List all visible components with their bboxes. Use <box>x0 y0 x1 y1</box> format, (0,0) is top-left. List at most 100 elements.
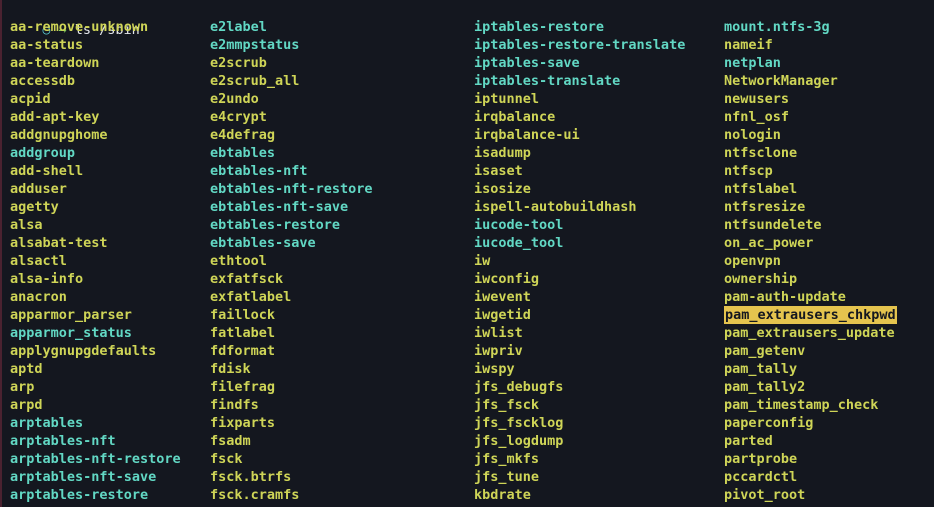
listing-entry[interactable]: ntfslabel <box>724 180 897 198</box>
listing-entry[interactable]: arptables-nft-restore <box>10 450 181 468</box>
listing-entry[interactable]: aa-remove-unknown <box>10 18 181 36</box>
listing-entry[interactable]: nologin <box>724 126 897 144</box>
listing-entry[interactable]: aa-teardown <box>10 54 181 72</box>
listing-entry[interactable]: anacron <box>10 288 181 306</box>
listing-entry[interactable]: addgnupghome <box>10 126 181 144</box>
selected-entry-highlight[interactable]: pam_extrausers_chkpwd <box>724 306 897 324</box>
listing-entry[interactable]: pccardctl <box>724 468 897 486</box>
listing-entry[interactable]: ownership <box>724 270 897 288</box>
listing-entry[interactable]: fatlabel <box>210 324 373 342</box>
listing-entry[interactable]: fsck.cramfs <box>210 486 373 504</box>
listing-entry[interactable]: parted <box>724 432 897 450</box>
listing-entry[interactable]: applygnupgdefaults <box>10 342 181 360</box>
listing-entry[interactable]: ethtool <box>210 252 373 270</box>
listing-entry[interactable]: agetty <box>10 198 181 216</box>
listing-entry[interactable]: e4defrag <box>210 126 373 144</box>
listing-entry[interactable]: alsabat-test <box>10 234 181 252</box>
listing-entry[interactable]: pam_extrausers_update <box>724 324 897 342</box>
listing-entry[interactable]: ntfsclone <box>724 144 897 162</box>
listing-entry[interactable]: iwpriv <box>474 342 685 360</box>
listing-entry[interactable]: addgroup <box>10 144 181 162</box>
listing-entry[interactable]: iptables-translate <box>474 72 685 90</box>
listing-entry[interactable]: adduser <box>10 180 181 198</box>
listing-entry[interactable]: irqbalance <box>474 108 685 126</box>
listing-entry[interactable]: pam_tally <box>724 360 897 378</box>
listing-entry[interactable]: e2label <box>210 18 373 36</box>
listing-entry[interactable]: jfs_debugfs <box>474 378 685 396</box>
listing-entry[interactable]: newusers <box>724 90 897 108</box>
listing-entry[interactable]: add-apt-key <box>10 108 181 126</box>
listing-entry[interactable]: paperconfig <box>724 414 897 432</box>
listing-entry[interactable]: fsadm <box>210 432 373 450</box>
listing-entry[interactable]: findfs <box>210 396 373 414</box>
listing-entry[interactable]: ispell-autobuildhash <box>474 198 685 216</box>
listing-entry[interactable]: apparmor_parser <box>10 306 181 324</box>
listing-entry[interactable]: alsa <box>10 216 181 234</box>
listing-entry[interactable]: ntfsresize <box>724 198 897 216</box>
listing-entry[interactable]: netplan <box>724 54 897 72</box>
listing-entry[interactable]: aa-status <box>10 36 181 54</box>
listing-entry[interactable]: iucode-tool <box>474 216 685 234</box>
listing-entry[interactable]: jfs_fscklog <box>474 414 685 432</box>
listing-entry[interactable]: jfs_logdump <box>474 432 685 450</box>
listing-entry[interactable]: nameif <box>724 36 897 54</box>
listing-entry[interactable]: jfs_mkfs <box>474 450 685 468</box>
terminal-window[interactable]: ○ → ls /sbin aa-remove-unknown aa-status a… <box>0 0 934 507</box>
listing-entry[interactable]: pam_extrausers_chkpwd <box>724 306 897 324</box>
listing-entry[interactable]: ebtables-restore <box>210 216 373 234</box>
listing-entry[interactable]: jfs_fsck <box>474 396 685 414</box>
listing-entry[interactable]: mount.ntfs-3g <box>724 18 897 36</box>
listing-entry[interactable]: isosize <box>474 180 685 198</box>
listing-entry[interactable]: ntfsundelete <box>724 216 897 234</box>
listing-entry[interactable]: ebtables-save <box>210 234 373 252</box>
listing-entry[interactable]: iptables-restore <box>474 18 685 36</box>
listing-entry[interactable]: arp <box>10 378 181 396</box>
listing-entry[interactable]: alsa-info <box>10 270 181 288</box>
listing-entry[interactable]: arptables <box>10 414 181 432</box>
listing-entry[interactable]: exfatlabel <box>210 288 373 306</box>
listing-entry[interactable]: on_ac_power <box>724 234 897 252</box>
listing-entry[interactable]: acpid <box>10 90 181 108</box>
listing-entry[interactable]: isadump <box>474 144 685 162</box>
listing-entry[interactable]: arptables-restore <box>10 486 181 504</box>
listing-entry[interactable]: aptd <box>10 360 181 378</box>
listing-entry[interactable]: pam_timestamp_check <box>724 396 897 414</box>
listing-entry[interactable]: fsck <box>210 450 373 468</box>
listing-entry[interactable]: e2undo <box>210 90 373 108</box>
listing-entry[interactable]: iptables-save <box>474 54 685 72</box>
listing-entry[interactable]: kbdrate <box>474 486 685 504</box>
listing-entry[interactable]: e4crypt <box>210 108 373 126</box>
listing-entry[interactable]: exfatfsck <box>210 270 373 288</box>
listing-entry[interactable]: apparmor_status <box>10 324 181 342</box>
listing-entry[interactable]: nfnl_osf <box>724 108 897 126</box>
listing-entry[interactable]: NetworkManager <box>724 72 897 90</box>
listing-entry[interactable]: alsactl <box>10 252 181 270</box>
listing-entry[interactable]: partprobe <box>724 450 897 468</box>
listing-entry[interactable]: iptables-restore-translate <box>474 36 685 54</box>
listing-entry[interactable]: iucode_tool <box>474 234 685 252</box>
listing-entry[interactable]: arptables-nft-save <box>10 468 181 486</box>
listing-entry[interactable]: fsck.btrfs <box>210 468 373 486</box>
listing-entry[interactable]: ebtables-nft-restore <box>210 180 373 198</box>
listing-entry[interactable]: pam-auth-update <box>724 288 897 306</box>
listing-entry[interactable]: iw <box>474 252 685 270</box>
listing-entry[interactable]: jfs_tune <box>474 468 685 486</box>
listing-entry[interactable]: iptunnel <box>474 90 685 108</box>
listing-entry[interactable]: fdformat <box>210 342 373 360</box>
listing-entry[interactable]: iwspy <box>474 360 685 378</box>
listing-entry[interactable]: filefrag <box>210 378 373 396</box>
listing-entry[interactable]: ebtables <box>210 144 373 162</box>
listing-entry[interactable]: pam_getenv <box>724 342 897 360</box>
listing-entry[interactable]: e2scrub <box>210 54 373 72</box>
listing-entry[interactable]: irqbalance-ui <box>474 126 685 144</box>
listing-entry[interactable]: accessdb <box>10 72 181 90</box>
listing-entry[interactable]: fixparts <box>210 414 373 432</box>
listing-entry[interactable]: arptables-nft <box>10 432 181 450</box>
listing-entry[interactable]: iwconfig <box>474 270 685 288</box>
listing-entry[interactable]: iwgetid <box>474 306 685 324</box>
listing-entry[interactable]: pam_tally2 <box>724 378 897 396</box>
listing-entry[interactable]: ntfscp <box>724 162 897 180</box>
listing-entry[interactable]: ebtables-nft <box>210 162 373 180</box>
listing-entry[interactable]: add-shell <box>10 162 181 180</box>
listing-entry[interactable]: openvpn <box>724 252 897 270</box>
